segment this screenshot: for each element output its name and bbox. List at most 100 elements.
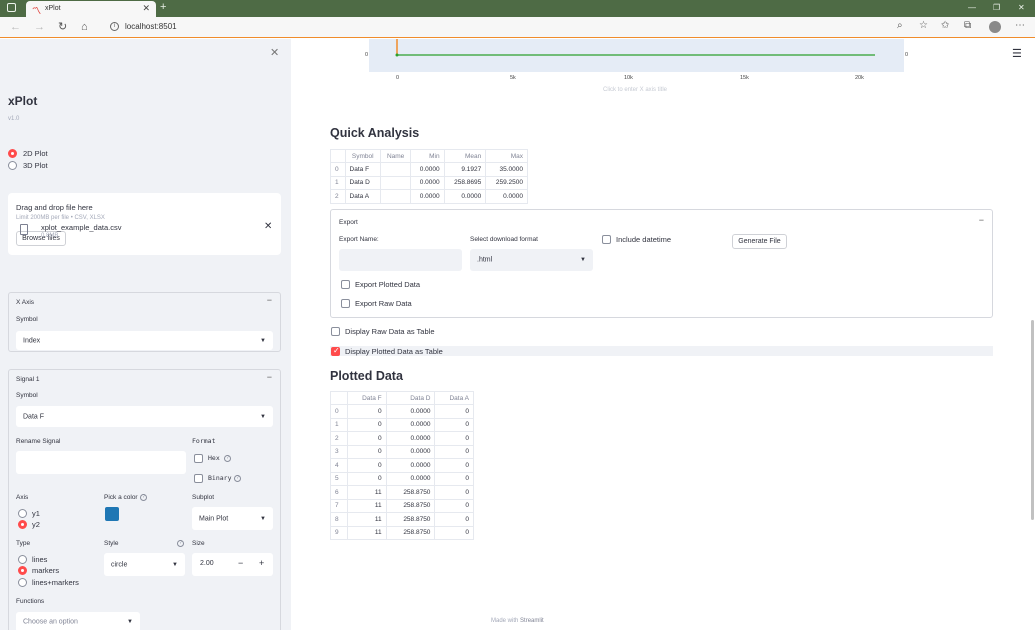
browser-toolbar: ← → ↻ ⌂ i localhost:8501 ⌕ ☆ ✩ ⧉ ⋯ <box>0 17 1035 38</box>
display-plotted-checkbox[interactable] <box>331 346 340 356</box>
format-label: Format <box>192 437 216 445</box>
table-row: 5 0 0.0000 0 <box>329 471 474 486</box>
column-header[interactable]: Symbol <box>344 149 381 163</box>
radio-3d-plot[interactable] <box>8 161 17 170</box>
download-format-select[interactable]: .html ▼ <box>470 249 593 271</box>
help-icon[interactable]: ? <box>224 455 231 462</box>
window-close-button[interactable]: ✕ <box>1018 3 1025 12</box>
row-index: 1 <box>329 417 349 432</box>
export-collapse-icon[interactable]: − <box>979 215 984 225</box>
radio-2d-plot[interactable] <box>8 149 17 158</box>
radio-axis-y1-label: y1 <box>32 509 40 518</box>
style-select[interactable]: circle ▼ <box>104 553 185 576</box>
restore-button[interactable]: ❐ <box>993 3 1000 12</box>
plot-svg <box>395 39 875 57</box>
export-name-input[interactable] <box>339 249 462 271</box>
minimize-button[interactable]: — <box>968 3 976 12</box>
streamlit-link[interactable]: Streamlit <box>520 618 544 624</box>
generate-file-button[interactable]: Generate File <box>732 234 787 249</box>
column-header[interactable]: Name <box>379 149 412 163</box>
signal-collapse-icon[interactable]: − <box>267 372 272 382</box>
chevron-down-icon: ▼ <box>260 515 266 522</box>
column-header[interactable]: Mean <box>443 149 487 163</box>
column-header[interactable]: Data D <box>385 391 436 405</box>
download-format-label: Select download format <box>470 236 538 243</box>
row-index: 4 <box>329 458 349 473</box>
profile-avatar[interactable] <box>989 21 1001 33</box>
radio-type-lines[interactable] <box>18 555 27 564</box>
site-info-icon[interactable]: i <box>110 22 119 31</box>
x-axis-tick: 10k <box>624 75 633 81</box>
home-button[interactable]: ⌂ <box>81 20 88 34</box>
subplot-select[interactable]: Main Plot ▼ <box>192 507 273 530</box>
column-header[interactable]: Max <box>485 149 528 163</box>
radio-axis-y2[interactable] <box>18 520 27 529</box>
color-picker-swatch[interactable] <box>105 507 119 521</box>
back-button[interactable]: ← <box>10 20 21 34</box>
help-icon[interactable]: ? <box>140 494 147 501</box>
add-favorite-icon[interactable]: ☆ <box>919 20 928 31</box>
table-cell: Data F <box>344 162 381 177</box>
quick-analysis-title: Quick Analysis <box>330 126 420 140</box>
size-decrement-button[interactable]: − <box>238 558 243 568</box>
column-header[interactable]: Data F <box>347 391 387 405</box>
radio-axis-y1[interactable] <box>18 509 27 518</box>
tab-close-icon[interactable]: ✕ <box>142 3 150 14</box>
remove-file-icon[interactable]: ✕ <box>264 221 272 232</box>
zoom-icon[interactable]: ⌕ <box>897 20 903 31</box>
table-cell: 258.8750 <box>385 512 436 527</box>
display-raw-checkbox[interactable] <box>331 327 340 336</box>
signal-title[interactable]: Signal 1 <box>16 376 40 383</box>
include-datetime-checkbox[interactable] <box>602 235 611 244</box>
size-increment-button[interactable]: + <box>259 558 264 568</box>
table-cell: 0 <box>434 431 474 446</box>
column-header[interactable] <box>329 391 349 405</box>
export-title[interactable]: Export <box>339 219 358 226</box>
help-icon[interactable]: ? <box>177 540 184 547</box>
table-row: 8 11 258.8750 0 <box>329 512 474 527</box>
address-bar[interactable]: localhost:8501 <box>125 22 177 31</box>
forward-button[interactable]: → <box>34 20 45 34</box>
radio-type-markers[interactable] <box>18 566 27 575</box>
functions-placeholder: Choose an option <box>23 618 78 626</box>
reload-button[interactable]: ↻ <box>58 20 67 34</box>
tab-actions-icon[interactable] <box>7 3 16 12</box>
table-cell: 0.0000 <box>410 189 445 204</box>
x-axis-symbol-label: Symbol <box>16 316 38 323</box>
more-options-icon[interactable]: ⋯ <box>1015 20 1025 31</box>
x-axis-symbol-select[interactable]: Index ▼ <box>16 331 273 350</box>
column-header[interactable]: Data A <box>434 391 474 405</box>
export-raw-checkbox[interactable] <box>341 299 350 308</box>
new-tab-button[interactable]: + <box>160 1 166 13</box>
scrollbar-thumb[interactable] <box>1031 320 1034 520</box>
table-cell: 0.0000 <box>385 417 436 432</box>
export-plotted-checkbox[interactable] <box>341 280 350 289</box>
help-icon[interactable]: ? <box>234 475 241 482</box>
signal-symbol-select[interactable]: Data F ▼ <box>16 406 273 427</box>
binary-checkbox[interactable] <box>194 474 203 483</box>
table-cell: Data D <box>344 175 381 190</box>
column-header[interactable] <box>330 149 346 163</box>
x-axis-title[interactable]: X Axis <box>16 299 34 306</box>
plot-area[interactable] <box>369 39 904 72</box>
hex-checkbox[interactable] <box>194 454 203 463</box>
x-axis-title-placeholder[interactable]: Click to enter X axis title <box>603 87 667 93</box>
style-value: circle <box>111 561 128 568</box>
sidebar: ✕ xPlot v1.0 2D Plot 3D Plot Drag and dr… <box>0 39 291 630</box>
x-axis-tick: 0 <box>396 75 400 81</box>
x-axis-collapse-icon[interactable]: − <box>267 295 272 305</box>
chevron-down-icon: ▼ <box>127 619 133 625</box>
sidebar-close-icon[interactable]: ✕ <box>270 46 279 59</box>
browser-tab[interactable]: 〽 xPlot ✕ <box>26 1 156 17</box>
functions-select[interactable]: Choose an option ▼ <box>16 612 140 630</box>
favorites-icon[interactable]: ✩ <box>941 20 949 31</box>
hamburger-menu-icon[interactable]: ☰ <box>1012 47 1022 60</box>
rename-signal-input[interactable] <box>16 451 186 474</box>
table-cell <box>379 175 412 190</box>
collections-icon[interactable]: ⧉ <box>964 20 971 31</box>
radio-type-lines-markers[interactable] <box>18 578 27 587</box>
size-stepper[interactable]: 2.00 − + <box>192 553 273 576</box>
column-header[interactable]: Min <box>410 149 445 163</box>
table-cell: 11 <box>347 485 387 500</box>
table-cell: Data A <box>344 189 381 204</box>
